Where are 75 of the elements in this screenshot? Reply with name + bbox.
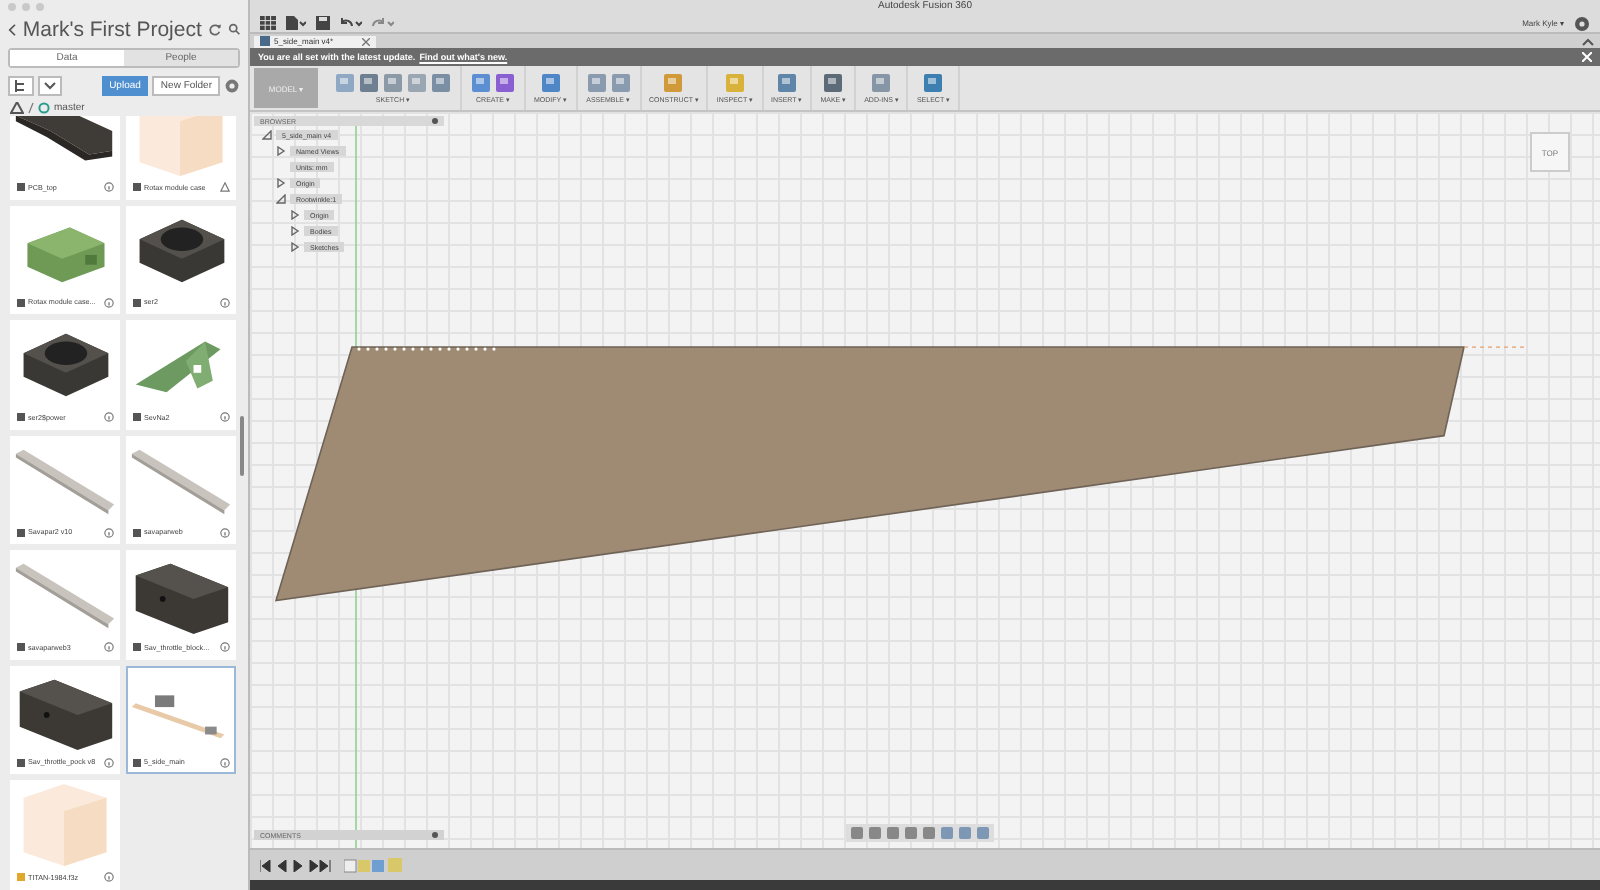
- tool-icon[interactable]: [470, 72, 492, 94]
- design-file-icon: [132, 757, 142, 767]
- sketch-profile[interactable]: [274, 346, 1465, 602]
- info-icon[interactable]: [220, 412, 230, 422]
- info-icon[interactable]: [220, 527, 230, 537]
- tool-icon[interactable]: [539, 72, 562, 94]
- grid-menu-icon[interactable]: [260, 16, 276, 30]
- design-file-icon: [132, 642, 142, 652]
- tool-icon[interactable]: [382, 72, 404, 94]
- close-icon[interactable]: [361, 37, 370, 45]
- design-file-icon: [16, 412, 26, 422]
- settings-icon[interactable]: [224, 78, 240, 94]
- tool-icon[interactable]: [585, 72, 608, 94]
- redo-icon[interactable]: [372, 16, 394, 30]
- upload-status-icon: [220, 182, 230, 192]
- info-icon[interactable]: [104, 412, 114, 422]
- component-icon: [260, 36, 270, 46]
- expanded-arrow-icon[interactable]: [276, 194, 286, 204]
- design-file-icon: [16, 872, 26, 882]
- hierarchy-button[interactable]: [8, 76, 34, 96]
- separator-icon: [28, 102, 34, 114]
- pin-icon[interactable]: [432, 832, 438, 838]
- design-file-icon: [132, 527, 142, 537]
- file-icon[interactable]: [286, 16, 306, 30]
- design-file-icon: [16, 527, 26, 537]
- tool-icon[interactable]: [662, 72, 685, 94]
- expanded-arrow-icon[interactable]: [262, 130, 272, 140]
- tool-icon[interactable]: [922, 72, 945, 94]
- project-circle-icon: [38, 102, 50, 114]
- scrollbar[interactable]: [240, 416, 244, 476]
- search-icon[interactable]: [227, 22, 241, 36]
- back-icon[interactable]: [8, 21, 17, 37]
- collapsed-arrow-icon[interactable]: [276, 146, 286, 156]
- tool-icon[interactable]: [494, 72, 516, 94]
- timeline-controls-icon[interactable]: [260, 859, 332, 871]
- collapse-icon[interactable]: [1582, 37, 1594, 45]
- collapsed-arrow-icon[interactable]: [290, 242, 300, 252]
- collapsed-arrow-icon[interactable]: [290, 226, 300, 236]
- info-icon[interactable]: [220, 297, 230, 307]
- dropdown-button[interactable]: [38, 76, 62, 96]
- tool-icon[interactable]: [358, 72, 380, 94]
- info-icon[interactable]: [220, 757, 230, 767]
- save-icon[interactable]: [316, 16, 330, 30]
- caret-icon: [44, 82, 56, 90]
- design-file-icon: [132, 412, 142, 422]
- tool-icon[interactable]: [609, 72, 632, 94]
- info-icon[interactable]: [104, 527, 114, 537]
- design-file-icon: [16, 182, 26, 192]
- tool-icon[interactable]: [430, 72, 452, 94]
- hub-icon[interactable]: [10, 102, 24, 114]
- tool-icon[interactable]: [406, 72, 428, 94]
- info-icon[interactable]: [104, 757, 114, 767]
- dimension-line: [1463, 346, 1525, 348]
- info-icon[interactable]: [104, 872, 114, 882]
- info-icon[interactable]: [104, 642, 114, 652]
- design-file-icon: [16, 642, 26, 652]
- design-file-icon: [16, 297, 26, 307]
- info-icon[interactable]: [220, 642, 230, 652]
- tool-icon[interactable]: [870, 72, 893, 94]
- collapsed-arrow-icon[interactable]: [276, 178, 286, 188]
- info-icon[interactable]: [104, 297, 114, 307]
- info-icon[interactable]: [104, 182, 114, 192]
- design-file-icon: [132, 182, 142, 192]
- pin-icon[interactable]: [432, 118, 438, 124]
- tool-icon[interactable]: [775, 72, 798, 94]
- tool-icon[interactable]: [334, 72, 356, 94]
- project-title: Mark's First Project: [22, 17, 202, 41]
- design-file-icon: [132, 297, 142, 307]
- hierarchy-icon: [14, 80, 28, 92]
- undo-icon[interactable]: [340, 16, 362, 30]
- refresh-icon[interactable]: [207, 21, 222, 37]
- collapsed-arrow-icon[interactable]: [290, 210, 300, 220]
- timeline-feature-icon[interactable]: [344, 857, 404, 873]
- tool-icon[interactable]: [822, 72, 845, 94]
- design-file-icon: [16, 757, 26, 767]
